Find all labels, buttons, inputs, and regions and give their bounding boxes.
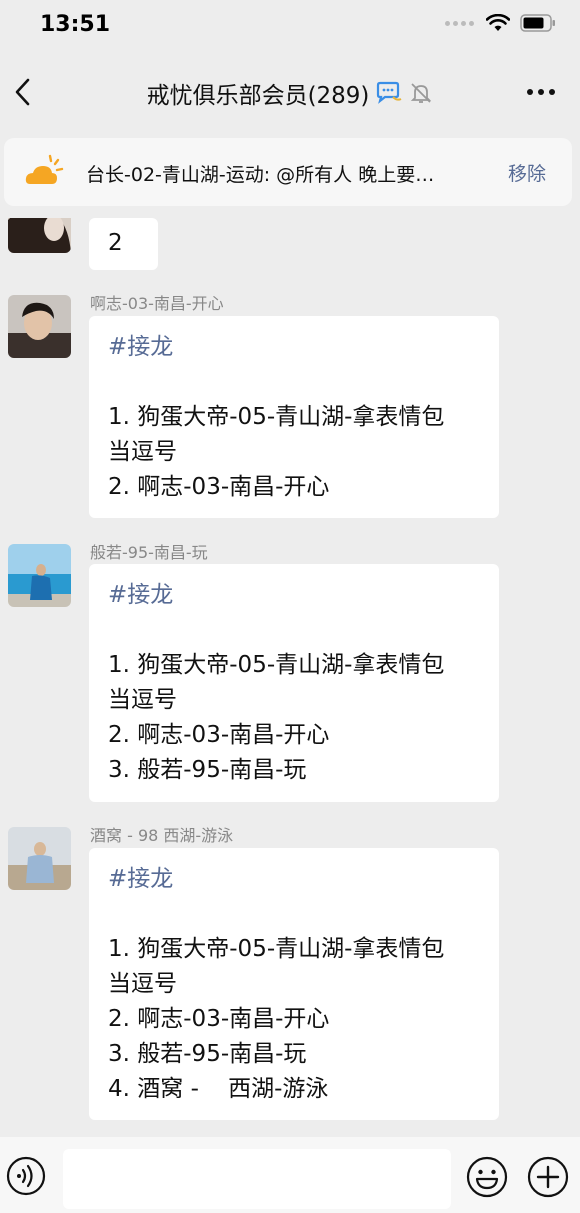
- emoji-icon[interactable]: [466, 1156, 508, 1198]
- sender-name: 啊志-03-南昌-开心: [90, 294, 224, 313]
- message-line: 4. 酒窝 - 西湖-游泳: [108, 1076, 329, 1102]
- avatar[interactable]: [8, 218, 71, 253]
- avatar[interactable]: [8, 295, 71, 358]
- pinned-message-text: 台长-02-青山湖-运动: @所有人 晚上要…: [86, 164, 435, 186]
- message-line: 2. 啊志-03-南昌-开心: [108, 1006, 330, 1032]
- status-time: 13:51: [40, 12, 111, 37]
- avatar[interactable]: [8, 827, 71, 890]
- input-bar: [0, 1137, 580, 1213]
- message-line: 1. 狗蛋大帝-05-青山湖-拿表情包: [108, 404, 445, 430]
- sun-cloud-icon: [25, 154, 64, 184]
- message-line: 1. 狗蛋大帝-05-青山湖-拿表情包: [108, 936, 445, 962]
- message-line: 2. 啊志-03-南昌-开心: [108, 474, 330, 500]
- wifi-icon: [486, 14, 510, 31]
- signal-dots-icon: [445, 20, 474, 26]
- battery-icon: [520, 14, 555, 32]
- message-line: 3. 般若-95-南昌-玩: [108, 757, 307, 783]
- pinned-message-bar[interactable]: 台长-02-青山湖-运动: @所有人 晚上要… 移除: [4, 138, 572, 206]
- chat-message-list[interactable]: 2 啊志-03-南昌-开心 #接龙 1. 狗蛋大帝-05-青山湖-拿表情包 当逗…: [0, 218, 580, 1136]
- status-icons: [445, 14, 556, 32]
- hashtag-link[interactable]: #接龙: [108, 330, 481, 365]
- nav-bar: 戒忧俱乐部会员(289): [0, 60, 580, 124]
- plus-icon[interactable]: [527, 1156, 569, 1198]
- avatar[interactable]: [8, 544, 71, 607]
- nav-title-container: 戒忧俱乐部会员(289): [0, 76, 580, 110]
- message-line: 2. 啊志-03-南昌-开心: [108, 722, 330, 748]
- more-icon[interactable]: [524, 82, 558, 102]
- sender-name: 酒窝 - 98 西湖-游泳: [90, 826, 234, 845]
- message-bubble[interactable]: #接龙 1. 狗蛋大帝-05-青山湖-拿表情包 当逗号 2. 啊志-03-南昌-…: [89, 316, 499, 518]
- voice-icon[interactable]: [6, 1156, 46, 1196]
- message-line: 1. 狗蛋大帝-05-青山湖-拿表情包: [108, 652, 445, 678]
- message-input[interactable]: [63, 1149, 451, 1209]
- message-line: 当逗号: [108, 971, 177, 997]
- hashtag-link[interactable]: #接龙: [108, 862, 481, 897]
- chat-bubble-icon: [377, 81, 402, 104]
- message-bubble[interactable]: #接龙 1. 狗蛋大帝-05-青山湖-拿表情包 当逗号 2. 啊志-03-南昌-…: [89, 848, 499, 1120]
- status-bar: 13:51: [0, 0, 580, 50]
- sender-name: 般若-95-南昌-玩: [90, 543, 208, 562]
- hashtag-link[interactable]: #接龙: [108, 578, 481, 613]
- message-line: 3. 般若-95-南昌-玩: [108, 1041, 307, 1067]
- message-line: 当逗号: [108, 687, 177, 713]
- message-bubble[interactable]: #接龙 1. 狗蛋大帝-05-青山湖-拿表情包 当逗号 2. 啊志-03-南昌-…: [89, 564, 499, 802]
- mute-bell-icon: [411, 83, 432, 103]
- message-bubble[interactable]: 2: [89, 218, 158, 270]
- message-line: 2: [108, 230, 123, 256]
- chat-title[interactable]: 戒忧俱乐部会员(289): [147, 76, 370, 110]
- message-line: 当逗号: [108, 439, 177, 465]
- remove-pin-button[interactable]: 移除: [508, 159, 546, 186]
